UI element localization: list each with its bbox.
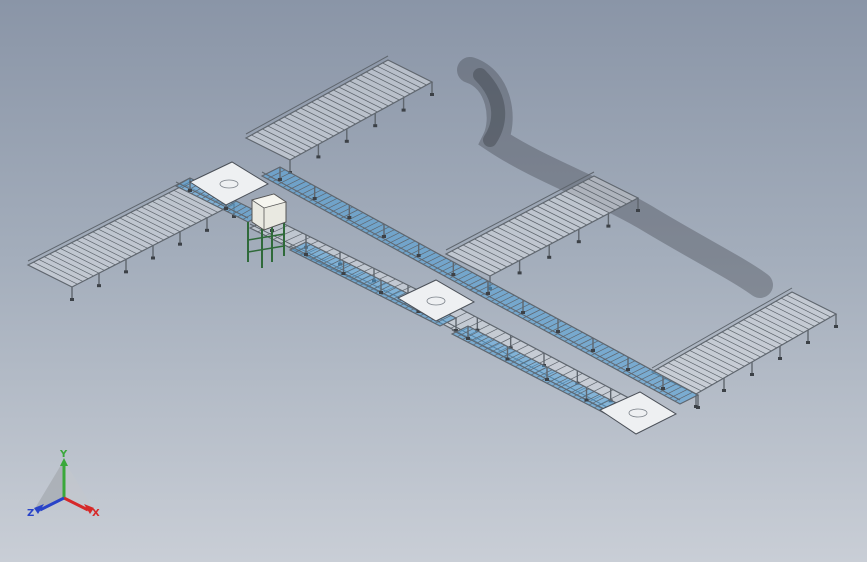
roller-conveyor-far-right-foot [778,357,782,360]
roller-conveyor-left-long-foot [70,298,74,301]
belt-conveyor-lower-2-foot [466,337,470,340]
y-axis-label: Y [59,449,68,460]
belt-conveyor-lower-2-foot [505,357,510,361]
belt-conveyor-lower-2[interactable] [450,325,628,422]
belt-conveyor-upper-2-foot [626,368,630,371]
roller-conveyor-mid-right[interactable] [444,171,640,290]
roller-conveyor-mid-right-foot [547,255,552,259]
belt-conveyor-upper-2-foot [661,387,665,390]
roller-conveyor-far-right-foot [834,325,838,328]
orientation-triad[interactable]: Y X Z [24,448,104,528]
belt-conveyor-upper-foot [382,235,386,238]
belt-conveyor-upper-2-foot [486,292,490,295]
belt-conveyor-upper-foot [278,178,282,181]
belt-conveyor-lower-foot [379,291,383,294]
roller-conveyor-left-long-foot [124,270,128,274]
roller-conveyor-top-left-foot [401,108,406,112]
roller-conveyor-top-left-foot [316,155,321,159]
roller-conveyor-far-right-foot [806,341,810,344]
roller-conveyor-top-left-foot [373,124,378,128]
belt-conveyor-lower-2-foot [545,378,549,381]
roller-conveyor-left-long-foot [97,284,101,288]
belt-conveyor-lower-foot [304,253,308,256]
roller-conveyor-top-left-foot [344,139,349,143]
roller-conveyor-mid-right-foot [517,271,522,275]
belt-conveyor-upper-2-foot [591,349,595,352]
roller-conveyor-group[interactable] [26,55,838,420]
roller-conveyor-far-right-foot [750,373,754,376]
roller-conveyor-mid-right-foot [606,224,611,228]
belt-conveyor-upper-foot [347,216,352,219]
conveyor-model[interactable] [0,0,867,562]
roller-conveyor-left-long-foot [205,228,209,232]
belt-conveyor-upper-foot [451,273,456,276]
belt-conveyor-upper-foot [312,197,317,200]
belt-conveyor-left-foot [188,189,192,192]
z-axis-label: Z [27,508,34,519]
roller-conveyor-mid-right-foot [576,240,581,244]
roller-conveyor-top-left[interactable] [244,55,434,174]
roller-conveyor-far-right-foot [722,389,726,392]
belt-conveyor-upper-2-foot [521,311,525,314]
roller-conveyor-mid-right-foot [636,209,640,212]
roller-conveyor-left-long-foot [178,242,182,246]
roller-conveyor-left-long-foot [151,256,155,260]
belt-conveyor-upper-foot [416,254,421,257]
roller-conveyor-top-left-foot [430,93,434,96]
model-viewport[interactable]: Y X Z [0,0,867,562]
belt-conveyor-upper-2-foot [696,406,700,409]
belt-conveyor-left-foot [224,207,228,210]
belt-conveyor-lower-2-foot [584,398,589,402]
belt-conveyor-upper-2-foot [556,330,560,333]
x-axis-label: X [92,508,100,519]
belt-conveyor-lower-foot [341,272,346,275]
